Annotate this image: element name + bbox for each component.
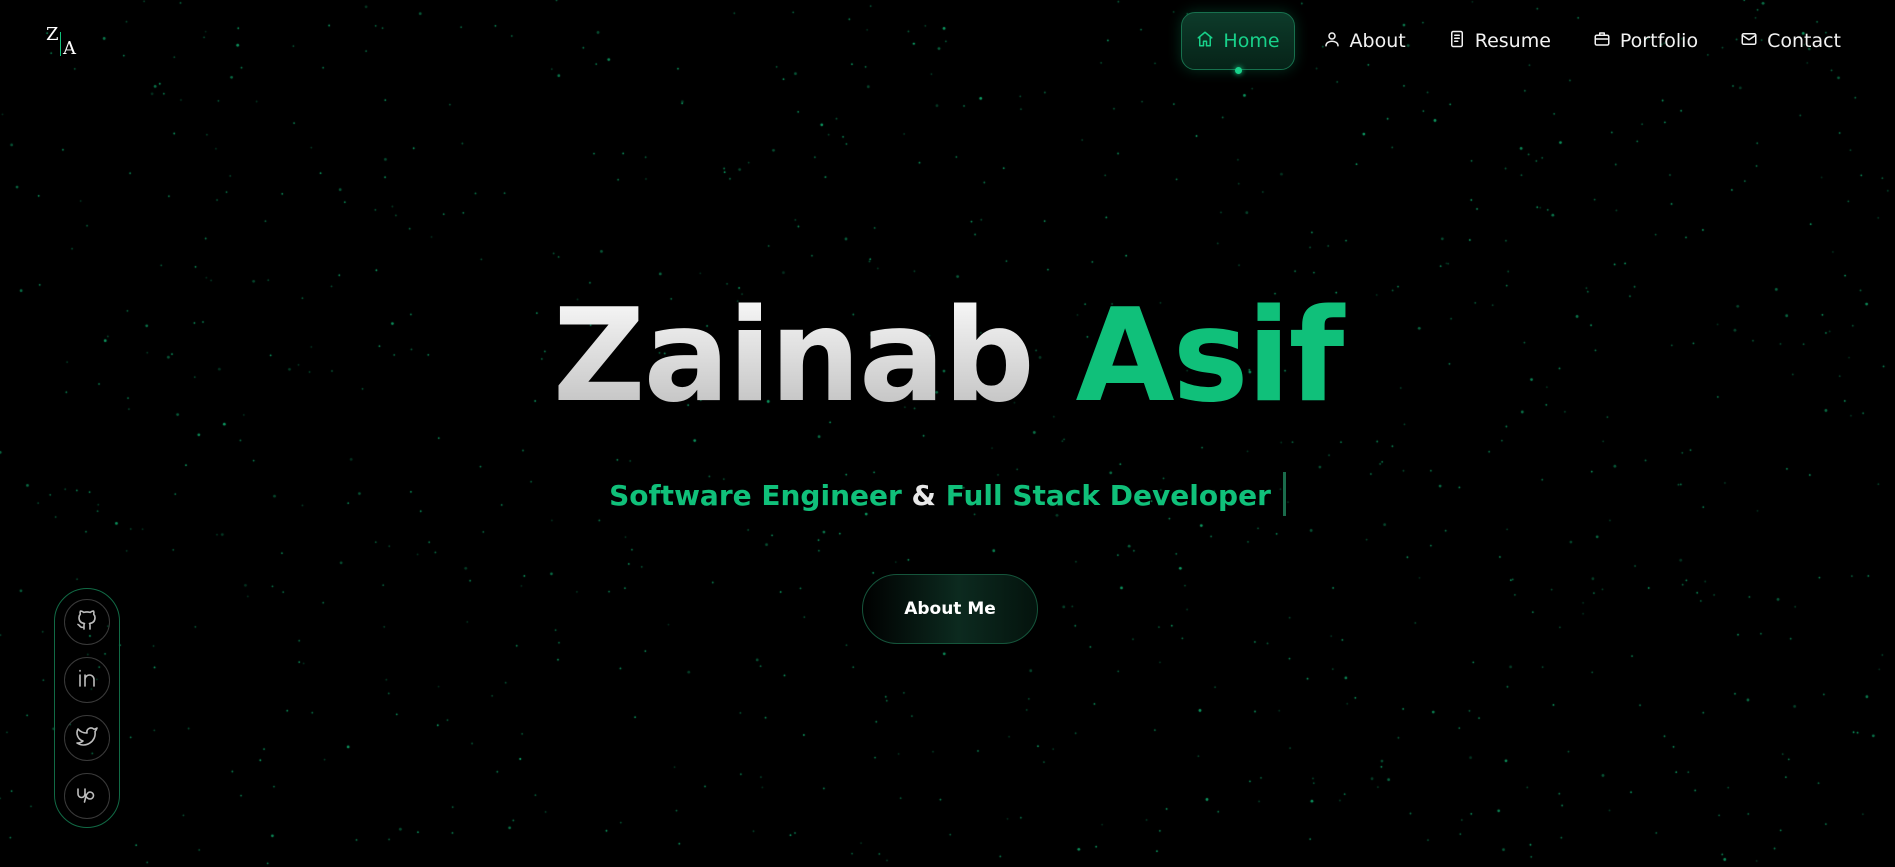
hero-last-name: Asif	[1075, 282, 1344, 431]
user-icon	[1323, 30, 1341, 53]
upwork-icon	[75, 782, 99, 810]
nav-item-label: Contact	[1767, 30, 1841, 52]
nav-item-about[interactable]: About	[1309, 12, 1420, 70]
nav-item-portfolio[interactable]: Portfolio	[1579, 12, 1712, 70]
nav-item-label: Portfolio	[1619, 30, 1699, 52]
nav-item-contact[interactable]: Contact	[1726, 12, 1855, 70]
hero-subtitle: Software Engineer & Full Stack Developer	[0, 472, 1895, 516]
logo-divider	[60, 32, 61, 56]
logo-letter-z: Z	[46, 24, 59, 45]
role-software-engineer: Software Engineer	[609, 479, 902, 512]
upwork-link[interactable]	[64, 773, 110, 819]
social-links-bar	[54, 588, 120, 828]
typing-cursor	[1282, 472, 1286, 516]
about-me-button[interactable]: About Me	[862, 574, 1038, 644]
nav-item-label: Resume	[1474, 30, 1551, 52]
briefcase-icon	[1593, 30, 1611, 53]
nav-item-resume[interactable]: Resume	[1434, 12, 1565, 70]
role-connector: &	[911, 479, 936, 512]
hero-first-name: Zainab	[552, 282, 1035, 431]
twitter-icon	[75, 724, 99, 752]
role-full-stack-developer: Full Stack Developer	[945, 479, 1271, 512]
starfield-background	[0, 0, 1895, 867]
active-indicator-dot	[1234, 67, 1242, 74]
github-link[interactable]	[64, 599, 110, 645]
twitter-link[interactable]	[64, 715, 110, 761]
home-icon	[1196, 30, 1214, 53]
nav-item-label: About	[1349, 30, 1406, 52]
github-icon	[75, 608, 99, 636]
site-logo[interactable]: Z A	[46, 26, 82, 62]
top-navigation: Home About Resume Portfolio Contact	[1181, 12, 1855, 74]
linkedin-link[interactable]	[64, 657, 110, 703]
nav-item-label: Home	[1223, 30, 1280, 52]
document-icon	[1448, 30, 1466, 53]
mail-icon	[1740, 30, 1758, 53]
linkedin-icon	[75, 666, 99, 694]
logo-letter-a: A	[63, 38, 76, 59]
hero-name: Zainab Asif	[0, 282, 1895, 432]
nav-item-home[interactable]: Home	[1181, 12, 1295, 74]
